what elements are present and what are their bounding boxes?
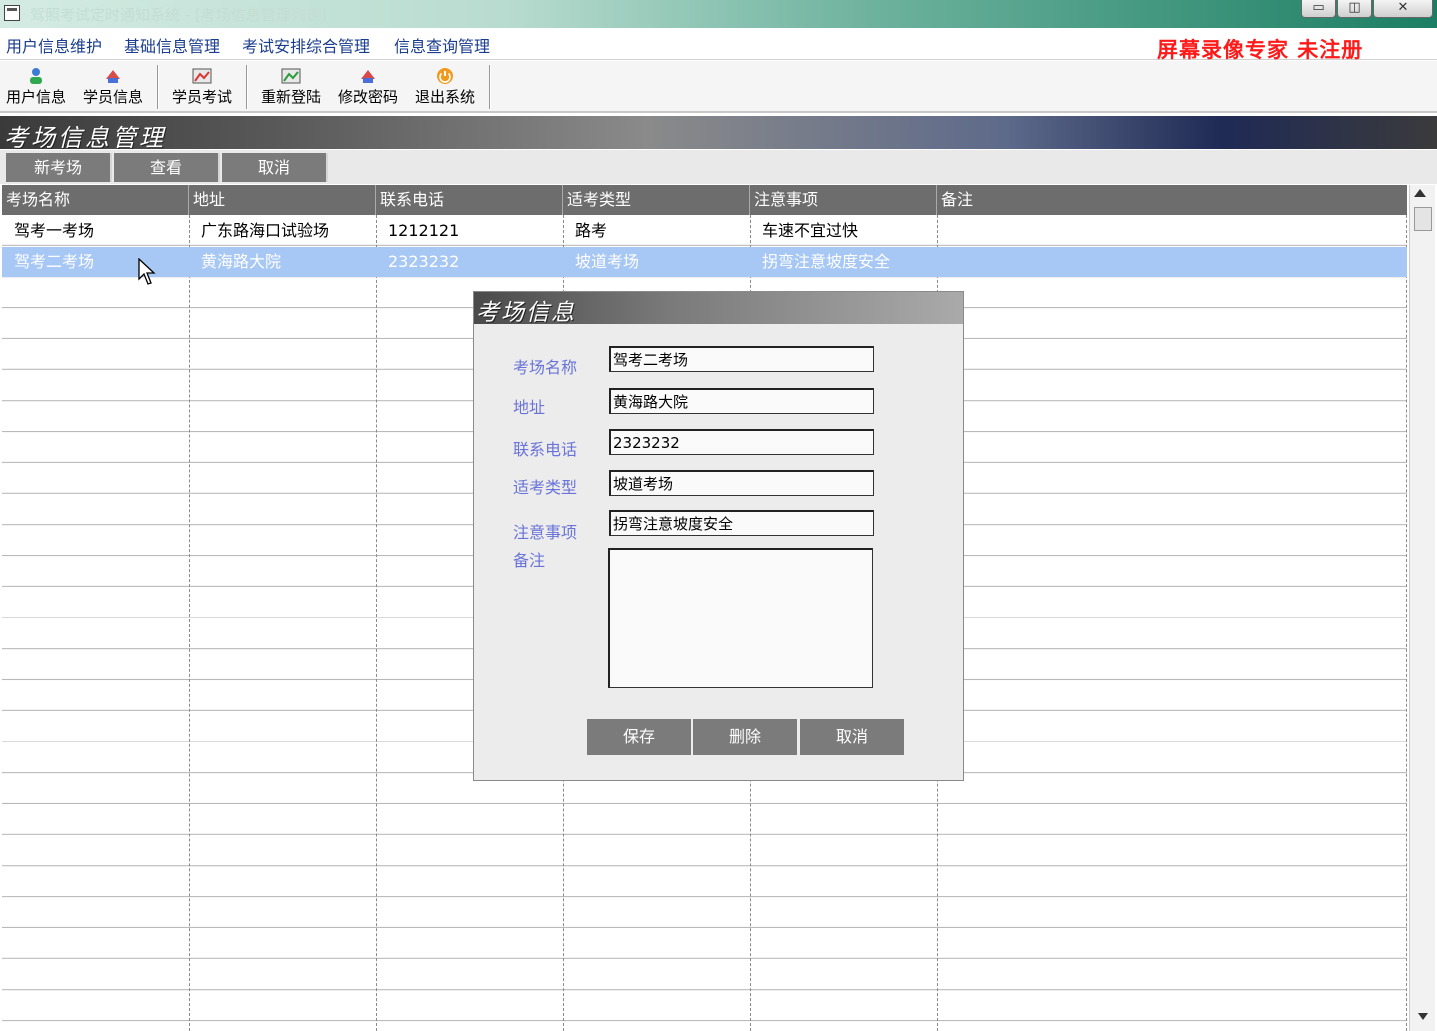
phone-input[interactable] <box>609 429 874 455</box>
cell-remark <box>937 247 949 277</box>
page-title: 考场信息管理 <box>4 124 166 152</box>
scroll-thumb[interactable] <box>1414 207 1432 231</box>
toolbar-label: 用户信息 <box>5 88 66 106</box>
toolbar-label: 学员信息 <box>82 88 143 106</box>
toolbar: 用户信息 学员信息 学员考试 重新登陆 修改密码 退出系统 <box>0 61 1437 113</box>
cell-type: 坡道考场 <box>575 252 640 271</box>
table-header: 考场名称 地址 联系电话 适考类型 注意事项 备注 <box>2 185 1407 215</box>
cell-phone: 1212121 <box>388 221 460 240</box>
column-header-notes[interactable]: 注意事项 <box>750 185 937 215</box>
label-notes: 注意事项 <box>513 523 578 542</box>
password-icon <box>361 70 375 83</box>
cell-address: 广东路海口试验场 <box>201 221 330 240</box>
menu-basic-info[interactable]: 基础信息管理 <box>124 33 220 57</box>
column-header-name[interactable]: 考场名称 <box>2 185 189 215</box>
exam-icon <box>192 68 212 84</box>
toolbar-separator <box>246 65 248 109</box>
exam-type-input[interactable] <box>609 470 874 496</box>
toolbar-separator <box>157 65 159 109</box>
table-row-selected[interactable]: 驾考二考场 黄海路大院 2323232 坡道考场 拐弯注意坡度安全 <box>2 247 1407 277</box>
view-button[interactable]: 查看 <box>114 153 220 182</box>
cell-name: 驾考一考场 <box>14 221 95 240</box>
dialog-title-bar: 考场信息 <box>474 292 963 326</box>
label-phone: 联系电话 <box>513 440 578 459</box>
toolbar-relogin-button[interactable]: 重新登陆 <box>256 64 326 110</box>
toolbar-label: 退出系统 <box>414 88 475 106</box>
toolbar-change-password-button[interactable]: 修改密码 <box>333 64 403 110</box>
address-input[interactable] <box>609 388 874 414</box>
minimize-button[interactable]: ▭ <box>1301 0 1336 18</box>
toolbar-user-info-button[interactable]: 用户信息 <box>2 64 70 110</box>
menu-exam-arrangement[interactable]: 考试安排综合管理 <box>242 33 370 57</box>
vertical-scrollbar[interactable] <box>1409 185 1435 1031</box>
cell-phone: 2323232 <box>388 252 460 271</box>
notes-input[interactable] <box>609 510 874 536</box>
mouse-cursor-icon <box>138 258 156 285</box>
column-divider <box>189 215 190 1031</box>
recorder-watermark: 屏幕录像专家 未注册 <box>1157 37 1364 62</box>
menu-user-info[interactable]: 用户信息维护 <box>6 33 102 57</box>
cancel-button[interactable]: 取消 <box>222 153 328 182</box>
toolbar-label: 重新登陆 <box>260 88 321 106</box>
column-divider <box>376 215 377 1031</box>
menu-info-query[interactable]: 信息查询管理 <box>394 33 490 57</box>
table-row[interactable]: 驾考一考场 广东路海口试验场 1212121 路考 车速不宜过快 <box>2 216 1407 246</box>
maximize-button[interactable]: ◫ <box>1337 0 1372 18</box>
student-icon <box>106 70 120 83</box>
toolbar-exit-button[interactable]: 退出系统 <box>410 64 480 110</box>
save-button[interactable]: 保存 <box>587 719 691 755</box>
new-exam-site-button[interactable]: 新考场 <box>6 153 112 182</box>
cell-remark <box>937 216 949 246</box>
label-address: 地址 <box>513 398 546 417</box>
cell-name: 驾考二考场 <box>14 252 95 271</box>
action-bar: 新考场 查看 取消 <box>0 150 1437 184</box>
cell-type: 路考 <box>575 221 608 240</box>
app-icon <box>4 5 20 21</box>
cell-address: 黄海路大院 <box>201 252 282 271</box>
label-remark: 备注 <box>513 551 546 570</box>
exit-icon <box>437 68 453 84</box>
cell-notes: 拐弯注意坡度安全 <box>762 252 891 271</box>
relogin-icon <box>281 68 301 84</box>
label-site-name: 考场名称 <box>513 358 578 377</box>
column-divider <box>1406 215 1407 1031</box>
label-exam-type: 适考类型 <box>513 478 578 497</box>
column-header-phone[interactable]: 联系电话 <box>376 185 563 215</box>
toolbar-label: 修改密码 <box>337 88 398 106</box>
user-icon <box>30 68 42 84</box>
toolbar-label: 学员考试 <box>171 88 232 106</box>
column-header-remark[interactable]: 备注 <box>937 185 1407 215</box>
dialog-title: 考场信息 <box>476 300 576 326</box>
toolbar-student-exam-button[interactable]: 学员考试 <box>167 64 237 110</box>
delete-button[interactable]: 删除 <box>693 719 797 755</box>
scroll-up-arrow-icon[interactable] <box>1414 189 1426 197</box>
column-header-type[interactable]: 适考类型 <box>563 185 750 215</box>
close-button[interactable]: ✕ <box>1373 0 1433 18</box>
window-title: 驾照考试定时通知系统 - [考场信息管理列表] <box>30 6 327 24</box>
scroll-down-arrow-icon[interactable] <box>1418 1013 1428 1020</box>
title-bar: 驾照考试定时通知系统 - [考场信息管理列表] ▭ ◫ ✕ <box>0 0 1437 28</box>
section-banner: 考场信息管理 <box>0 116 1437 152</box>
column-header-address[interactable]: 地址 <box>189 185 376 215</box>
toolbar-separator <box>489 65 491 109</box>
site-name-input[interactable] <box>609 346 874 372</box>
dialog-cancel-button[interactable]: 取消 <box>800 719 904 755</box>
remark-textarea[interactable] <box>608 548 873 688</box>
cell-notes: 车速不宜过快 <box>762 221 859 240</box>
exam-site-dialog: 考场信息 考场名称 地址 联系电话 适考类型 注意事项 备注 保存 删除 取消 <box>473 291 964 781</box>
toolbar-student-info-button[interactable]: 学员信息 <box>78 64 148 110</box>
